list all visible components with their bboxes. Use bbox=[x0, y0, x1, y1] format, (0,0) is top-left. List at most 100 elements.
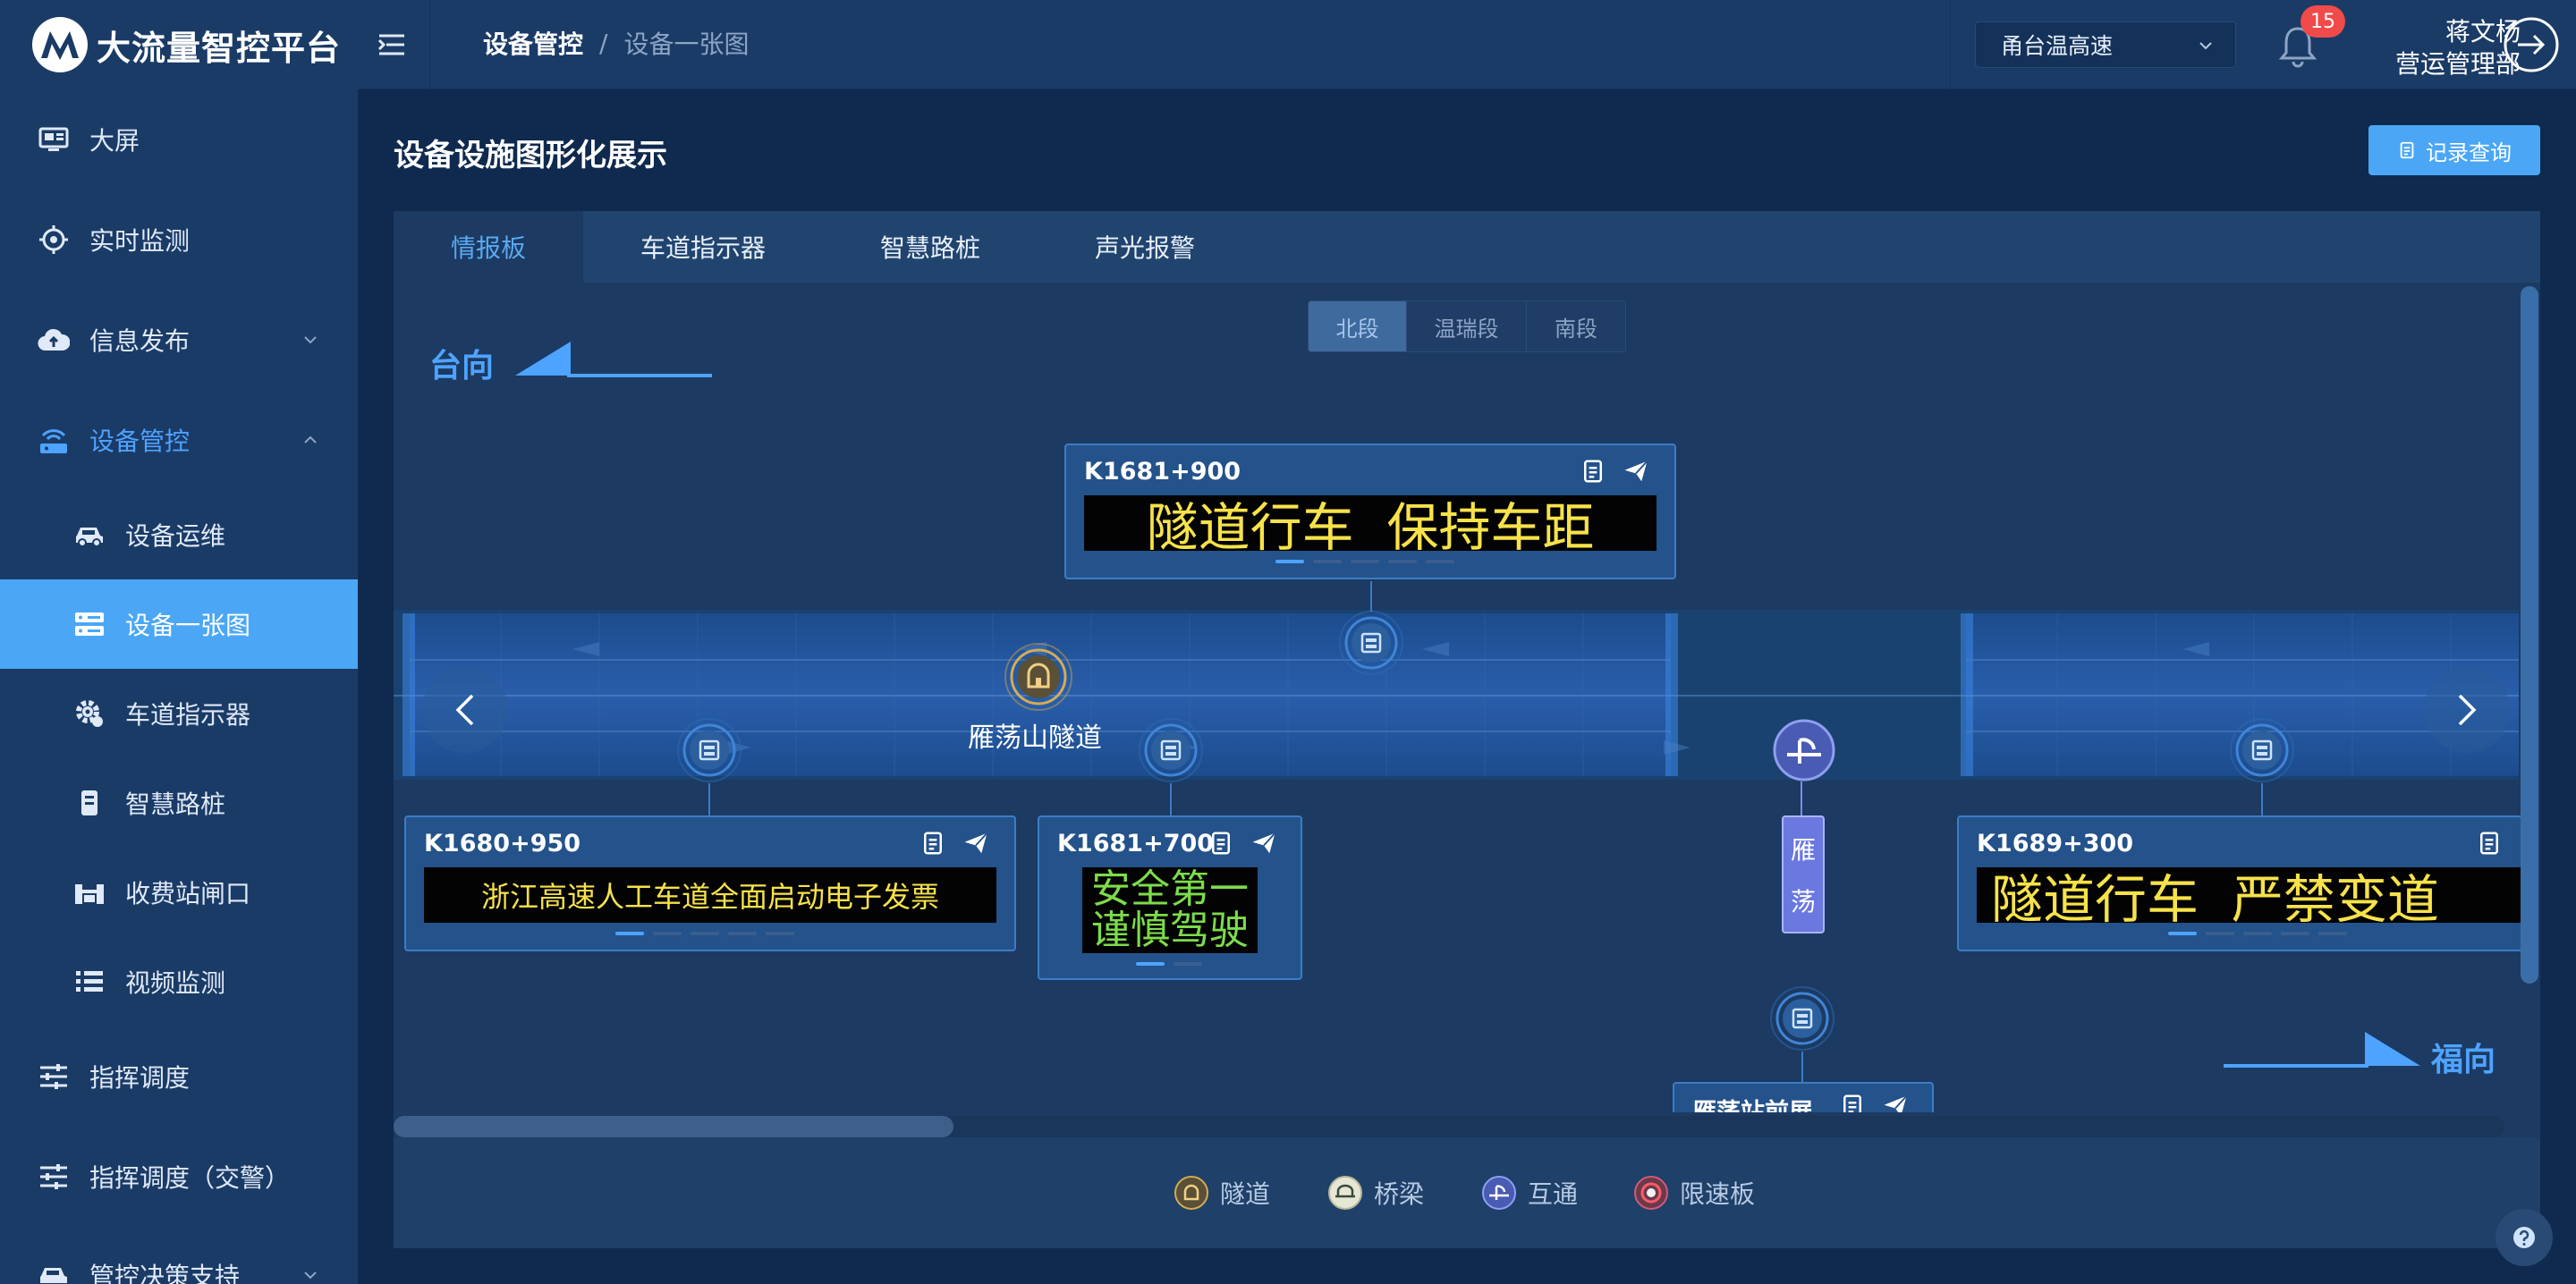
segment-wenrui[interactable]: 温瑞段 bbox=[1407, 301, 1527, 351]
direction-label-right: 福向 bbox=[2431, 1042, 2496, 1078]
info-board-device-icon[interactable] bbox=[2229, 717, 2295, 783]
info-board-card[interactable]: K1689+300 隧道行车 严禁变道 bbox=[1957, 815, 2529, 951]
document-icon[interactable] bbox=[919, 830, 946, 857]
sidebar-item-lane-indicator[interactable]: 车道指示器 bbox=[0, 669, 358, 758]
car-icon bbox=[36, 1257, 72, 1284]
sidebar-item-publish[interactable]: 信息发布 bbox=[0, 295, 358, 384]
info-board-device-icon[interactable] bbox=[1769, 985, 1835, 1052]
breadcrumb-separator: / bbox=[599, 28, 608, 58]
info-board-card[interactable]: K1680+950 浙江高速人工车道全面启动电子发票 bbox=[404, 815, 1016, 951]
board-pager bbox=[1136, 962, 1202, 966]
sidebar-item-device-maintenance[interactable]: 设备运维 bbox=[0, 490, 358, 579]
tab-info-board[interactable]: 情报板 bbox=[394, 211, 583, 283]
info-board-card[interactable]: K1681+700 安全第一 谨慎驾驶 bbox=[1038, 815, 1302, 980]
segment-south[interactable]: 南段 bbox=[1527, 301, 1625, 351]
board-pager bbox=[2168, 932, 2347, 935]
interchange-icon bbox=[1482, 1176, 1516, 1210]
board-stake: K1681+700 bbox=[1057, 830, 1215, 857]
chevron-down-icon bbox=[2199, 42, 2212, 50]
connector-line bbox=[2261, 783, 2263, 817]
sidebar-item-label: 收费站闸口 bbox=[125, 879, 251, 908]
direction-label-left: 台向 bbox=[429, 348, 495, 384]
board-pager bbox=[1275, 560, 1454, 563]
header-divider bbox=[429, 0, 430, 89]
info-board-device-icon[interactable] bbox=[1338, 610, 1404, 676]
crosshair-icon bbox=[36, 222, 72, 258]
board-stake: K1689+300 bbox=[1977, 830, 2134, 857]
sidebar-item-dispatch-police[interactable]: 指挥调度（交警） bbox=[0, 1132, 358, 1221]
legend-label: 桥梁 bbox=[1374, 1179, 1425, 1209]
record-query-button[interactable]: 记录查询 bbox=[2368, 125, 2540, 175]
brand-name: 大流量智控平台 bbox=[97, 28, 342, 68]
legend-bar bbox=[394, 1137, 2540, 1248]
sidebar-item-decision-support[interactable]: 管控决策支持 bbox=[0, 1230, 358, 1284]
sidebar-item-dashboard[interactable]: 大屏 bbox=[0, 95, 358, 184]
sidebar-item-label: 视频监测 bbox=[125, 968, 226, 998]
chevron-up-icon bbox=[304, 435, 317, 443]
sidebar-item-device-control[interactable]: 设备管控 bbox=[0, 395, 358, 485]
board-led-line: 谨慎驾驶 bbox=[1091, 908, 1249, 953]
menu-toggle-icon[interactable] bbox=[374, 27, 410, 63]
info-board-card-clip: 雁荡站前展 bbox=[1671, 1082, 1936, 1112]
send-icon[interactable] bbox=[1623, 458, 1649, 485]
direction-arrow-left-icon bbox=[515, 342, 712, 377]
board-stake: K1680+950 bbox=[424, 830, 581, 857]
sidebar-item-label: 信息发布 bbox=[89, 326, 191, 356]
tunnel-icon bbox=[1174, 1176, 1208, 1210]
logout-icon[interactable] bbox=[2503, 16, 2560, 73]
sidebar-item-toll-gate[interactable]: 收费站闸口 bbox=[0, 848, 358, 937]
segment-north[interactable]: 北段 bbox=[1309, 301, 1407, 351]
speed-limit-icon bbox=[1634, 1176, 1668, 1210]
post-icon bbox=[72, 785, 107, 821]
document-icon[interactable] bbox=[1580, 458, 1606, 485]
router-icon bbox=[36, 422, 72, 458]
monitor-icon bbox=[36, 122, 72, 157]
sidebar-item-label: 实时监测 bbox=[89, 226, 191, 256]
sidebar-item-monitoring[interactable]: 实时监测 bbox=[0, 195, 358, 284]
sidebar-item-label: 大屏 bbox=[89, 126, 140, 156]
legend-speed-limit: 限速板 bbox=[1633, 1175, 1755, 1211]
breadcrumb-current: 设备一张图 bbox=[623, 30, 750, 59]
sidebar-item-video[interactable]: 视频监测 bbox=[0, 937, 358, 1026]
road-select[interactable]: 甬台温高速 bbox=[1975, 21, 2236, 68]
info-board-card[interactable]: 雁荡站前展 bbox=[1673, 1082, 1934, 1112]
carousel-prev-button[interactable] bbox=[420, 665, 510, 755]
send-icon[interactable] bbox=[962, 830, 989, 857]
sidebar-item-label: 车道指示器 bbox=[125, 700, 251, 730]
sidebar-item-device-map[interactable]: 设备一张图 bbox=[0, 579, 358, 669]
breadcrumb-parent[interactable]: 设备管控 bbox=[483, 25, 583, 61]
carousel-next-button[interactable] bbox=[2422, 665, 2512, 755]
info-board-device-icon[interactable] bbox=[1138, 717, 1204, 783]
tunnel-icon[interactable] bbox=[1004, 642, 1073, 712]
direction-arrow-right-icon bbox=[2224, 1032, 2420, 1068]
legend-interchange: 互通 bbox=[1481, 1175, 1578, 1211]
brand-logo[interactable]: 大流量智控平台 bbox=[0, 0, 358, 89]
sidebar-item-dispatch[interactable]: 指挥调度 bbox=[0, 1032, 358, 1121]
send-icon[interactable] bbox=[1250, 830, 1277, 857]
horizontal-scrollbar-thumb[interactable] bbox=[394, 1116, 953, 1137]
sidebar-item-label: 指挥调度（交警） bbox=[89, 1163, 291, 1193]
document-icon[interactable] bbox=[1839, 1093, 1866, 1112]
bridge-icon bbox=[1328, 1176, 1362, 1210]
info-board-device-icon[interactable] bbox=[676, 717, 742, 783]
sidebar-item-smart-post[interactable]: 智慧路桩 bbox=[0, 758, 358, 848]
sidebar-item-label: 设备管控 bbox=[89, 427, 191, 456]
document-icon[interactable] bbox=[1208, 830, 1234, 857]
info-board-card[interactable]: K1681+900 隧道行车 保持车距 bbox=[1064, 443, 1676, 579]
interchange-icon[interactable] bbox=[1773, 719, 1835, 781]
tab-alarm[interactable]: 声光报警 bbox=[1055, 211, 1234, 283]
board-led-text: 隧道行车 保持车距 bbox=[1084, 495, 1657, 558]
board-pager bbox=[615, 932, 794, 935]
logo-mark-icon bbox=[32, 17, 88, 72]
chevron-down-icon bbox=[304, 1271, 317, 1280]
user-department: 营运管理部 bbox=[2394, 49, 2521, 79]
connector-line bbox=[1801, 781, 1802, 817]
tab-smart-post[interactable]: 智慧路桩 bbox=[841, 211, 1020, 283]
document-icon[interactable] bbox=[2476, 830, 2503, 857]
user-name: 蒋文杨 bbox=[2445, 17, 2521, 46]
tab-lane-indicator[interactable]: 车道指示器 bbox=[605, 211, 801, 283]
help-button[interactable] bbox=[2496, 1209, 2553, 1266]
send-icon[interactable] bbox=[1882, 1093, 1909, 1112]
vertical-scrollbar-thumb[interactable] bbox=[2521, 286, 2538, 984]
chevron-down-icon bbox=[304, 336, 317, 344]
